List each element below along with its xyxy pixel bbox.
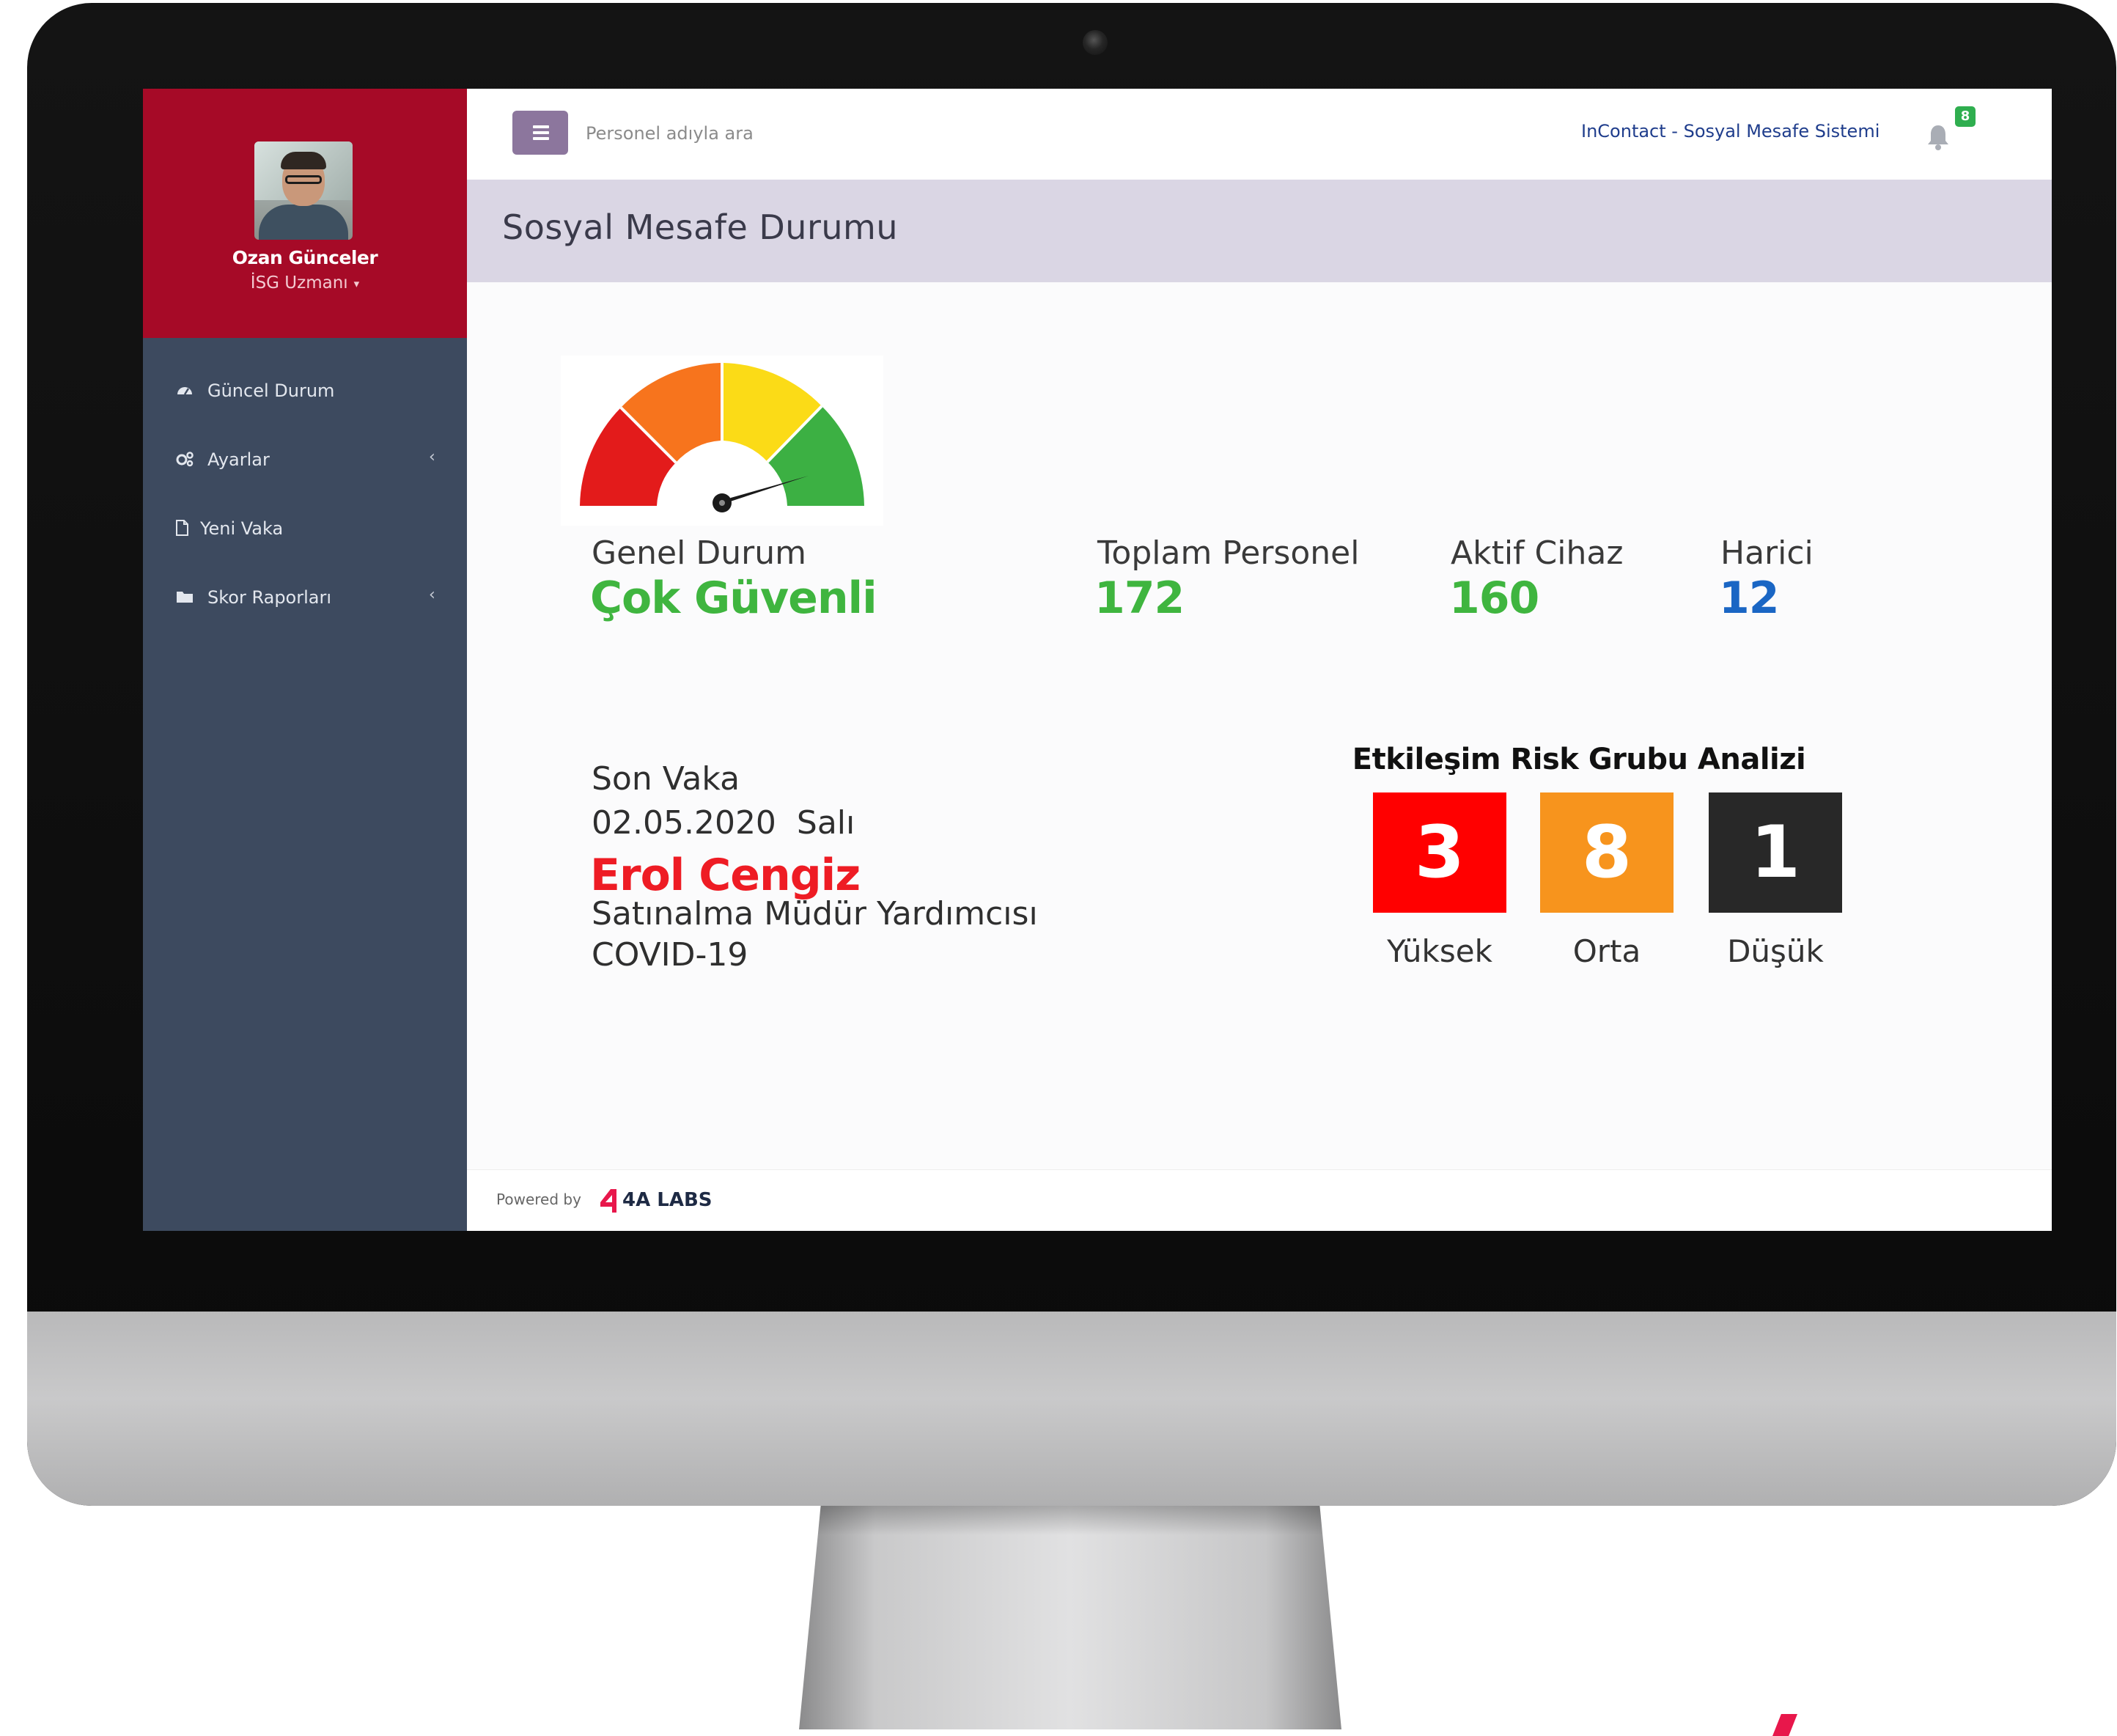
- sidebar-item-label: Skor Raporları: [207, 587, 332, 608]
- notification-badge: 8: [1955, 106, 1976, 127]
- total-personnel-label: Toplam Personel: [1097, 534, 1360, 572]
- risk-medium-count: 8: [1540, 792, 1674, 913]
- app-screen: Ozan Günceler İSG Uzmanı ▾ Güncel Durum: [143, 89, 2052, 1231]
- footer: Powered by 4A LABS: [467, 1169, 2052, 1231]
- chevron-left-icon: ‹: [429, 586, 435, 604]
- total-personnel-value: 172: [1094, 573, 1185, 624]
- active-device-value: 160: [1449, 573, 1539, 624]
- general-status-label: Genel Durum: [592, 534, 806, 572]
- sidebar-item-label: Güncel Durum: [207, 380, 335, 401]
- user-profile-panel: Ozan Günceler İSG Uzmanı ▾: [143, 89, 467, 338]
- last-case-person-name: Erol Cengiz: [590, 850, 861, 901]
- risk-low-count: 1: [1709, 792, 1842, 913]
- brand-name: 4A LABS: [622, 1189, 713, 1211]
- sidebar-item-skor-raporlari[interactable]: Skor Raporları ‹: [143, 577, 467, 621]
- page-title: Sosyal Mesafe Durumu: [502, 207, 898, 247]
- safety-gauge: [561, 356, 883, 526]
- sidebar-item-label: Yeni Vaka: [200, 518, 284, 539]
- sidebar-item-label: Ayarlar: [207, 449, 270, 470]
- user-role: İSG Uzmanı: [250, 273, 348, 293]
- monitor-frame: Ozan Günceler İSG Uzmanı ▾ Güncel Durum: [27, 3, 2116, 1506]
- last-case-diagnosis: COVID-19: [592, 936, 748, 974]
- folder-icon: [177, 592, 193, 603]
- powered-by-text: Powered by: [496, 1191, 581, 1208]
- monitor-stand: [799, 1506, 1341, 1729]
- main-content: Genel Durum Çok Güvenli Toplam Personel …: [467, 282, 2052, 1169]
- cogs-icon: [176, 452, 194, 467]
- gauge-chart: [580, 363, 864, 512]
- risk-low-label: Düşük: [1727, 933, 1824, 969]
- risk-high-count: 3: [1373, 792, 1506, 913]
- active-device-label: Aktif Cihaz: [1451, 534, 1624, 572]
- menu-toggle-button[interactable]: [512, 111, 568, 155]
- sidebar-item-guncel-durum[interactable]: Güncel Durum: [143, 370, 467, 414]
- user-name: Ozan Günceler: [232, 247, 378, 268]
- last-case-position: Satınalma Müdür Yardımcısı: [592, 895, 1038, 933]
- general-status-value: Çok Güvenli: [590, 573, 877, 624]
- chevron-left-icon: ‹: [429, 448, 435, 466]
- dashboard-icon: [177, 387, 192, 395]
- sidebar-item-yeni-vaka[interactable]: Yeni Vaka: [143, 508, 467, 552]
- risk-medium-label: Orta: [1572, 933, 1641, 969]
- camera-icon: [1083, 30, 1108, 55]
- search-input[interactable]: [584, 112, 1027, 155]
- sidebar-item-ayarlar[interactable]: Ayarlar ‹: [143, 439, 467, 483]
- system-name-link[interactable]: InContact - Sosyal Mesafe Sistemi: [1581, 121, 1879, 141]
- risk-high-label: Yüksek: [1387, 933, 1492, 969]
- caret-down-icon: ▾: [353, 276, 360, 290]
- risk-analysis-title: Etkileşim Risk Grubu Analizi: [1352, 743, 1806, 776]
- external-label: Harici: [1720, 534, 1814, 572]
- 4a-labs-logo-icon: [600, 1189, 616, 1213]
- top-navbar: InContact - Sosyal Mesafe Sistemi 8: [467, 89, 2052, 180]
- avatar[interactable]: [254, 141, 353, 240]
- bell-icon[interactable]: [1926, 122, 1951, 152]
- file-icon: [176, 520, 188, 536]
- sidebar: Ozan Günceler İSG Uzmanı ▾ Güncel Durum: [143, 89, 467, 1231]
- last-case-date: 02.05.2020 Salı: [592, 804, 855, 842]
- monitor-chin: [27, 1312, 2116, 1506]
- page-header: Sosyal Mesafe Durumu: [467, 180, 2052, 282]
- last-case-label: Son Vaka: [592, 760, 740, 798]
- user-role-dropdown[interactable]: İSG Uzmanı ▾: [143, 273, 467, 293]
- external-value: 12: [1719, 573, 1779, 624]
- corner-logo-icon: [1772, 1714, 1797, 1736]
